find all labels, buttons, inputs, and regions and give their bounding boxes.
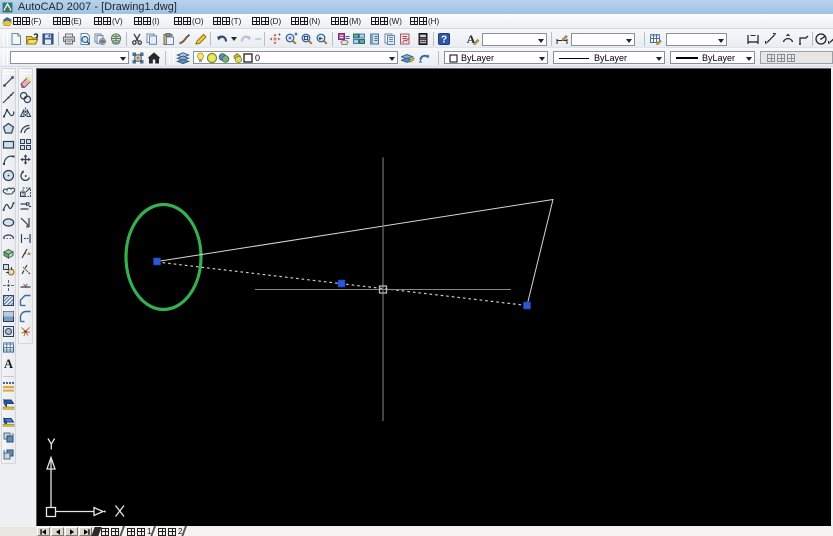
svg-text:?: ?	[441, 35, 447, 46]
svg-text:A: A	[4, 357, 13, 370]
